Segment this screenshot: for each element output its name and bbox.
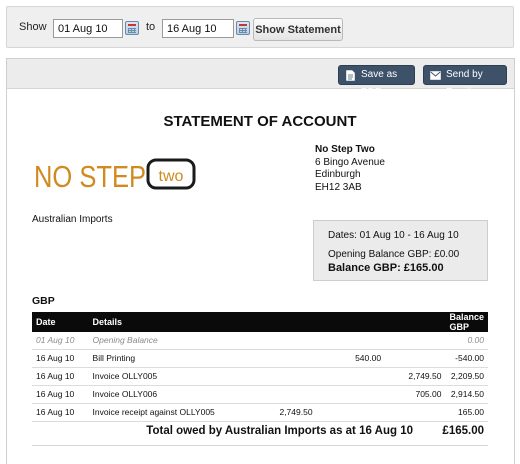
cell-amount: 2,749.50 [385,367,446,386]
table-row: 16 Aug 10 Invoice receipt against OLLY005… [32,403,488,422]
show-statement-button[interactable]: Show Statement [253,18,343,41]
address-line: Edinburgh [315,169,361,180]
divider [32,445,488,446]
send-by-email-button[interactable]: Send by Email [423,65,507,98]
cell-balance: 0.00 [445,332,488,350]
table-row: 01 Aug 10 Opening Balance 0.00 [32,332,488,350]
cell-details: Invoice OLLY006 [88,385,231,404]
cell-balance: 165.00 [445,403,488,422]
total-owed-amount: £165.00 [442,425,484,437]
address-line: 6 Bingo Avenue [315,156,385,168]
transactions-table: Date Details Balance GBP 01 Aug 10 Openin… [32,312,488,422]
statement-dates: Dates: 01 Aug 10 - 16 Aug 10 [328,230,459,241]
table-row: 16 Aug 10 Bill Printing 540.00 -540.00 [32,349,488,368]
cell-date: 16 Aug 10 [32,403,89,422]
cell-amount [230,385,317,404]
total-owed-label: Total owed by Australian Imports as at 1… [146,425,413,437]
header-balance: Balance GBP [445,312,488,332]
logo-badge-text: two [159,168,184,185]
save-as-pdf-button[interactable]: Save as PDF [338,65,415,98]
cell-amount [316,332,386,350]
cell-date: 16 Aug 10 [32,367,89,386]
cell-balance: 2,914.50 [445,385,488,404]
table-row: 16 Aug 10 Invoice OLLY005 2,749.50 2,209.50 [32,367,488,386]
cell-amount: 705.00 [385,385,446,404]
logo-text: NO STEP [34,159,146,191]
cell-amount: 540.00 [316,349,386,368]
to-date-input[interactable] [162,19,234,38]
cell-date: 01 Aug 10 [32,332,89,350]
cell-details: Bill Printing [88,349,231,368]
cell-date: 16 Aug 10 [32,385,89,404]
save-as-pdf-label: Save as PDF [361,69,398,98]
cell-amount [230,332,317,350]
cell-details: Opening Balance [88,332,231,350]
cell-balance: -540.00 [445,349,488,368]
company-address: No Step Two 6 Bingo Avenue Edinburgh EH1… [315,144,385,194]
from-date-input[interactable] [53,19,123,38]
closing-balance: Balance GBP: £165.00 [328,262,444,274]
statement-title: STATEMENT OF ACCOUNT [163,113,357,130]
cell-amount [316,367,386,386]
cell-details: Invoice receipt against OLLY005 [88,403,231,422]
cell-balance: 2,209.50 [445,367,488,386]
envelope-icon [430,71,441,80]
header-blank [316,312,386,332]
send-by-email-label: Send by Email [446,69,483,98]
balance-summary-box: Dates: 01 Aug 10 - 16 Aug 10 Opening Bal… [313,220,488,281]
statement-filter-bar: Show to Show Statement [6,6,514,48]
cell-amount [385,332,446,350]
header-blank [230,312,317,332]
cell-amount [316,403,386,422]
document-icon [346,70,355,81]
table-row: 16 Aug 10 Invoice OLLY006 705.00 2,914.50 [32,385,488,404]
customer-name: Australian Imports [32,214,113,225]
cell-amount [316,385,386,404]
cell-amount [385,403,446,422]
company-logo: NO STEP two [34,158,196,191]
statement-toolbar: Save as PDF Send by Email [7,59,514,98]
currency-heading: GBP [32,295,55,307]
cell-details: Invoice OLLY005 [88,367,231,386]
calendar-icon[interactable] [236,21,250,35]
show-label: Show [19,21,47,33]
header-blank [385,312,446,332]
cell-amount [230,367,317,386]
address-line: EH12 3AB [315,181,362,193]
to-label: to [146,21,156,33]
cell-amount: 2,749.50 [230,403,317,422]
company-name: No Step Two [315,144,375,155]
calendar-icon[interactable] [125,21,139,35]
table-header-row: Date Details Balance GBP [32,312,488,332]
cell-amount [230,349,317,368]
cell-date: 16 Aug 10 [32,349,89,368]
opening-balance: Opening Balance GBP: £0.00 [328,249,460,260]
header-date: Date [32,312,89,332]
cell-amount [385,349,446,368]
header-details: Details [88,312,231,332]
